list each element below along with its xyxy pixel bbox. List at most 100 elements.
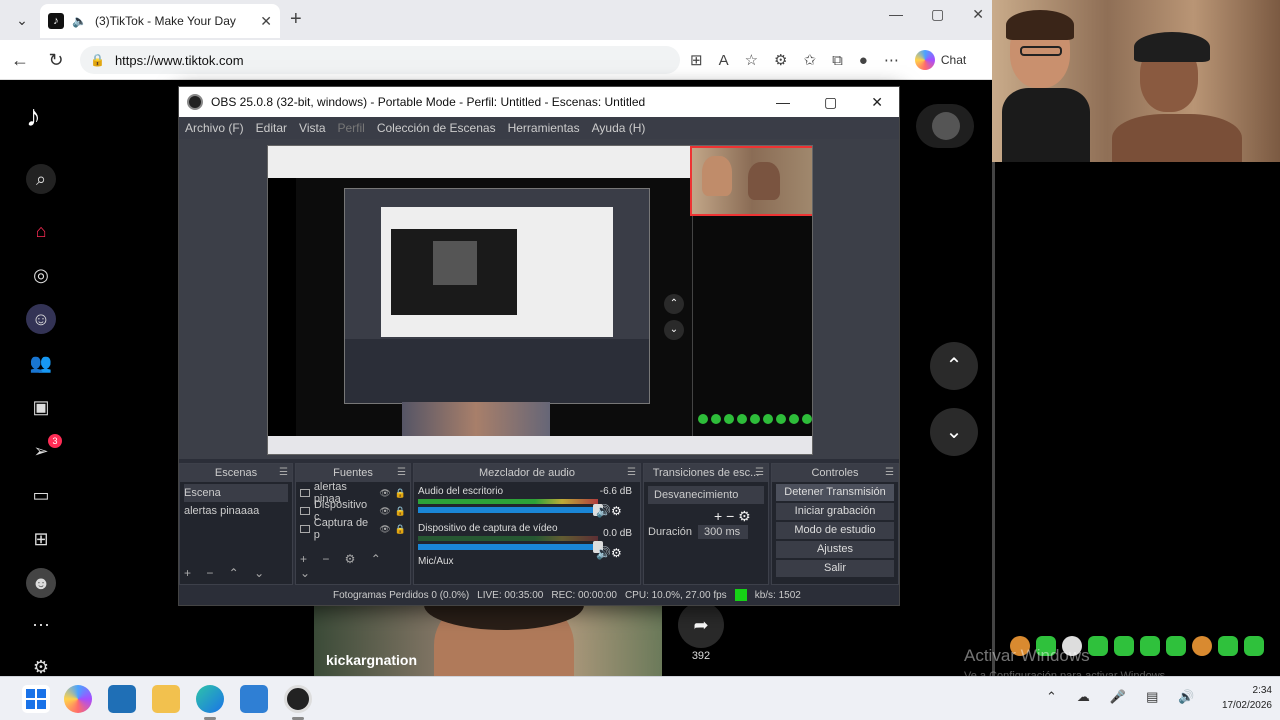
obs-title-bar[interactable]: OBS 25.0.8 (32-bit, windows) - Portable … [179, 87, 899, 117]
visibility-eye-icon[interactable]: 👁 [379, 524, 390, 535]
transition-select[interactable]: Desvanecimiento [648, 486, 764, 504]
lock-icon[interactable]: 🔒 [395, 488, 406, 499]
close-window-icon[interactable]: ✕ [972, 6, 984, 23]
menu-herramientas[interactable]: Herramientas [508, 121, 580, 135]
friends-icon[interactable]: 👥 [26, 348, 56, 378]
start-windows-icon[interactable] [22, 685, 50, 713]
explore-compass-icon[interactable]: ◎ [26, 260, 56, 290]
upload-plus-icon[interactable]: ⊞ [26, 524, 56, 554]
dropped-frames: Fotogramas Perdidos 0 (0.0%) [333, 589, 470, 601]
share-arrow-icon[interactable]: ➦ [678, 602, 724, 648]
scenes-dock: Escenas ☰ Escena alertas pinaaaa + − ⌃ ⌄ [179, 463, 293, 585]
live-tv-icon[interactable]: ▣ [26, 392, 56, 422]
url-field[interactable]: 🔒 https://www.tiktok.com [80, 46, 680, 74]
back-arrow-icon[interactable]: ← [8, 48, 32, 72]
scenes-toolbar[interactable]: + − ⌃ ⌄ [184, 566, 270, 580]
lock-icon[interactable]: 🔒 [395, 506, 406, 517]
scene-item[interactable]: alertas pinaaaa [184, 502, 288, 520]
transition-add-remove-settings[interactable]: + − ⚙ [644, 508, 768, 525]
visibility-eye-icon[interactable]: 👁 [379, 506, 390, 517]
collections-icon[interactable]: ⧉ [832, 52, 843, 69]
obs-taskbar-icon[interactable] [284, 685, 312, 713]
minimize-icon[interactable]: — [776, 94, 790, 111]
duration-spinbox[interactable]: 300 ms [698, 525, 749, 539]
home-icon[interactable]: ⌂ [26, 216, 56, 246]
sources-toolbar[interactable]: + − ⚙ ⌃ ⌄ [300, 552, 410, 580]
tab-close-icon[interactable]: ✕ [260, 13, 272, 30]
microphone-icon[interactable]: 🎤 [1110, 689, 1126, 705]
obs-status-bar: Fotogramas Perdidos 0 (0.0%) LIVE: 00:35… [179, 585, 899, 605]
source-item[interactable]: Captura de p 👁 🔒 [300, 517, 406, 541]
following-avatar-icon[interactable]: ☺ [26, 304, 56, 334]
exit-button[interactable]: Salir [776, 560, 894, 577]
favorites-icon[interactable]: ✩ [804, 51, 817, 69]
extensions-icon[interactable]: ⚙ [774, 51, 787, 69]
obs-preview[interactable]: ⌃ ⌄ [179, 139, 899, 459]
next-video-chevron-down-icon[interactable]: ⌄ [930, 408, 978, 456]
wifi-icon[interactable]: ▤ [1146, 689, 1158, 705]
settings-button[interactable]: Ajustes [776, 541, 894, 558]
dock-menu-icon[interactable]: ☰ [279, 464, 288, 482]
taskbar-clock[interactable]: 2:34 17/02/2026 [1196, 683, 1272, 713]
speaker-icon[interactable]: 🔊⚙ [596, 546, 622, 560]
menu-editar[interactable]: Editar [256, 121, 287, 135]
bitrate: kb/s: 1502 [754, 589, 801, 601]
tab-audio-icon[interactable]: 🔈 [72, 14, 87, 28]
network-icon[interactable]: ☁ [1077, 689, 1090, 705]
tab-actions-chevron-icon[interactable]: ⌄ [8, 8, 36, 32]
dock-menu-icon[interactable]: ☰ [755, 464, 764, 482]
dock-menu-icon[interactable]: ☰ [627, 464, 636, 482]
preview-camera-source[interactable] [690, 146, 812, 216]
menu-ayuda[interactable]: Ayuda (H) [592, 121, 646, 135]
volume-slider[interactable] [418, 504, 603, 516]
scene-item[interactable]: Escena [184, 484, 288, 502]
activity-icon[interactable]: ▭ [26, 480, 56, 510]
favorite-star-icon[interactable]: ☆ [745, 51, 758, 69]
copilot-icon [914, 50, 935, 70]
new-tab-plus-icon[interactable]: + [290, 8, 302, 31]
video-author-name[interactable]: kickargnation [326, 652, 417, 668]
chevron-up-icon[interactable]: ⌃ [1046, 689, 1057, 705]
menu-perfil[interactable]: Perfil [338, 121, 365, 135]
volume-slider[interactable] [418, 541, 603, 553]
dock-menu-icon[interactable]: ☰ [885, 464, 894, 482]
dock-menu-icon[interactable]: ☰ [397, 464, 406, 482]
menu-coleccion-escenas[interactable]: Colección de Escenas [377, 121, 496, 135]
maximize-icon[interactable]: ▢ [824, 94, 837, 111]
read-aloud-icon[interactable]: A [719, 52, 729, 69]
minimize-icon[interactable]: — [889, 6, 903, 23]
source-type-icon [300, 489, 310, 497]
profile-avatar-icon [932, 112, 960, 140]
microsoft-store-icon[interactable] [108, 685, 136, 713]
browser-tab-tiktok[interactable]: ♪ 🔈 (3)TikTok - Make Your Day ✕ [40, 4, 280, 38]
copilot-chat-button[interactable]: Chat [914, 50, 966, 70]
lock-icon[interactable]: 🔒 [395, 524, 406, 535]
menu-vista[interactable]: Vista [299, 121, 325, 135]
file-explorer-icon[interactable] [152, 685, 180, 713]
close-window-icon[interactable]: ✕ [871, 94, 883, 111]
speaker-icon[interactable]: 🔊⚙ [596, 504, 622, 518]
visibility-eye-icon[interactable]: 👁 [379, 488, 390, 499]
site-info-lock-icon[interactable]: 🔒 [90, 53, 105, 67]
sources-dock: Fuentes ☰ alertas pinaa 👁 🔒 Dispositivo c 👁 🔒… [295, 463, 411, 585]
previous-video-chevron-up-icon[interactable]: ⌃ [930, 342, 978, 390]
start-recording-button[interactable]: Iniciar grabación [776, 503, 894, 520]
top-profile-button[interactable] [916, 104, 974, 148]
studio-mode-button[interactable]: Modo de estudio [776, 522, 894, 539]
tiktok-logo-icon[interactable]: ♪ [26, 100, 41, 134]
preview-canvas[interactable]: ⌃ ⌄ [267, 145, 813, 455]
volume-icon[interactable]: 🔊 [1178, 689, 1194, 705]
copilot-taskbar-icon[interactable] [64, 685, 92, 713]
edge-browser-icon[interactable] [196, 685, 224, 713]
stop-streaming-button[interactable]: Detener Transmisión [776, 484, 894, 501]
search-icon[interactable]: ⌕ [26, 164, 56, 194]
app-available-icon[interactable]: ⊞ [690, 51, 703, 69]
profile-avatar-icon[interactable]: ☻ [26, 568, 56, 598]
outlook-icon[interactable] [240, 685, 268, 713]
more-dots-icon[interactable]: ⋯ [26, 610, 56, 640]
menu-archivo[interactable]: Archivo (F) [185, 121, 244, 135]
maximize-icon[interactable]: ▢ [931, 6, 944, 23]
reload-icon[interactable]: ↻ [44, 48, 68, 72]
menu-dots-icon[interactable]: ⋯ [884, 51, 899, 69]
profile-avatar-icon[interactable]: ● [859, 52, 868, 69]
